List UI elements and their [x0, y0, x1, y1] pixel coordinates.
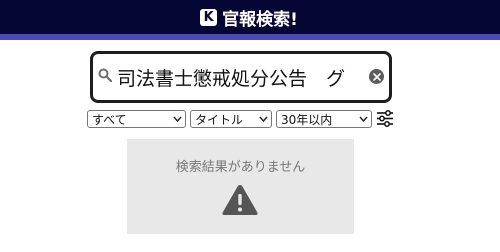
period-select[interactable]: 30年以内	[276, 110, 372, 128]
field-select[interactable]: タイトル	[190, 110, 272, 128]
app-logo-icon: K	[200, 8, 218, 26]
empty-results-message: 検索結果がありません	[175, 160, 306, 175]
field-select-value: タイトル	[195, 112, 244, 127]
category-select[interactable]: すべて	[87, 110, 186, 128]
search-icon	[98, 68, 112, 82]
brand[interactable]: K 官報検索!	[200, 5, 298, 30]
category-select-value: すべて	[92, 112, 127, 127]
warning-icon	[222, 185, 258, 215]
search-box[interactable]	[90, 51, 392, 103]
sliders-icon[interactable]	[376, 110, 394, 127]
chevron-down-icon	[173, 116, 182, 123]
close-icon	[372, 72, 381, 81]
app-header: K 官報検索!	[0, 0, 500, 34]
clear-search-button[interactable]	[369, 69, 384, 84]
empty-results-panel: 検索結果がありません	[127, 139, 354, 234]
chevron-down-icon	[359, 116, 368, 123]
search-input[interactable]	[117, 63, 361, 91]
period-select-value: 30年以内	[281, 112, 333, 127]
header-accent-bar	[0, 34, 500, 40]
app-title: 官報検索!	[222, 9, 298, 30]
chevron-down-icon	[259, 116, 268, 123]
